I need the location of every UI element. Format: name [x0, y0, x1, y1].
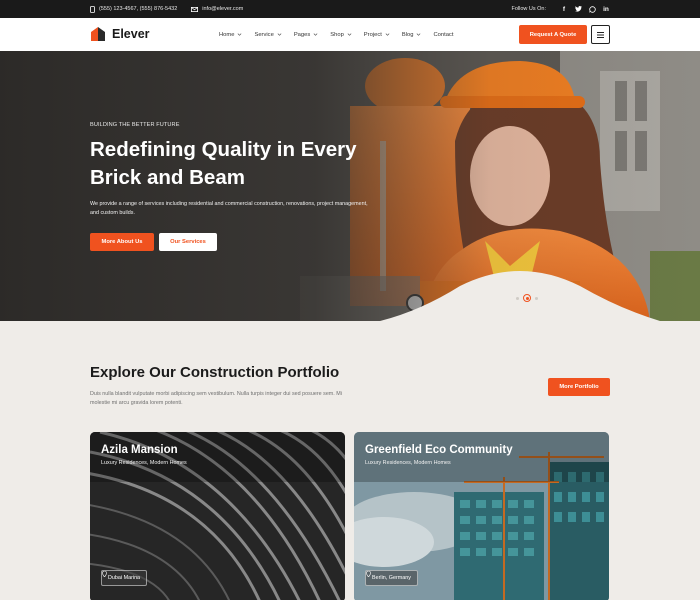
- slide-dot[interactable]: [516, 296, 519, 300]
- whatsapp-icon[interactable]: [588, 5, 596, 13]
- nav-blog[interactable]: Blog: [402, 32, 422, 38]
- nav-shop[interactable]: Shop: [330, 32, 352, 38]
- nav-project-label: Project: [363, 31, 382, 38]
- hero-title: Redefining Quality in Every Brick and Be…: [90, 138, 357, 189]
- card-subtitle: Luxury Residences, Modern Homes: [365, 460, 451, 466]
- nav-blog-label: Blog: [401, 31, 414, 38]
- logo-text: Elever: [112, 27, 150, 41]
- nav-pages[interactable]: Pages: [294, 32, 318, 38]
- menu-icon: [597, 31, 604, 38]
- nav-project[interactable]: Project: [364, 32, 390, 38]
- location-pin-icon: [366, 571, 371, 577]
- email-contact[interactable]: info@elever.com: [191, 6, 243, 12]
- more-about-us-button[interactable]: More About Us: [90, 233, 154, 251]
- location-pin-icon: [102, 571, 107, 577]
- mail-icon: [191, 6, 199, 12]
- chevron-down-icon: [417, 33, 421, 36]
- more-portfolio-button[interactable]: More Portfolio: [548, 378, 610, 396]
- facebook-icon[interactable]: f: [560, 5, 568, 13]
- chevron-down-icon: [238, 33, 242, 36]
- card-title: Azila Mansion: [101, 444, 178, 456]
- twitter-icon[interactable]: [574, 5, 582, 13]
- follow-label: Follow Us On:: [511, 6, 546, 12]
- nav-pages-label: Pages: [293, 31, 311, 38]
- card-subtitle: Luxury Residences, Modern Homes: [101, 460, 187, 466]
- phone-icon: [90, 5, 95, 13]
- nav-home-label: Home: [219, 31, 235, 38]
- chevron-down-icon: [277, 33, 282, 36]
- linkedin-icon[interactable]: in: [602, 5, 610, 13]
- location-label: Dubai Marina: [108, 575, 141, 581]
- portfolio-card[interactable]: Azila Mansion Luxury Residences, Modern …: [90, 432, 345, 600]
- slider-pagination: [516, 294, 538, 302]
- request-quote-button[interactable]: Request A Quote: [519, 25, 587, 44]
- top-bar: (555) 123-4567, (555) 876-5432 info@elev…: [0, 0, 700, 18]
- chevron-down-icon: [347, 33, 352, 36]
- nav-home[interactable]: Home: [219, 32, 242, 38]
- hero-description: We provide a range of services including…: [90, 201, 368, 216]
- location-label: Berlin, Germany: [372, 575, 411, 581]
- slide-dot[interactable]: [535, 296, 538, 300]
- nav-contact[interactable]: Contact: [433, 32, 453, 38]
- logo-house-icon: [91, 27, 105, 41]
- nav-contact-label: Contact: [433, 31, 454, 38]
- phone-contact[interactable]: (555) 123-4567, (555) 876-5432: [90, 5, 178, 13]
- nav-service[interactable]: Service: [254, 31, 282, 38]
- location-badge: Berlin, Germany: [365, 570, 418, 586]
- chevron-down-icon: [385, 33, 390, 36]
- logo[interactable]: Elever: [90, 26, 150, 42]
- our-services-button[interactable]: Our Services: [159, 233, 217, 251]
- main-header: Elever Home Service Pages Shop Project B…: [0, 18, 700, 51]
- portfolio-title: Explore Our Construction Portfolio: [90, 364, 340, 381]
- nav-shop-label: Shop: [330, 31, 344, 38]
- slide-dot-active[interactable]: [523, 294, 531, 302]
- phone-numbers: (555) 123-4567, (555) 876-5432: [99, 6, 178, 12]
- portfolio-description: Duis nulla blandit vulputate morbi adipi…: [90, 391, 342, 406]
- portfolio-card[interactable]: Greenfield Eco Community Luxury Residenc…: [354, 432, 609, 600]
- chevron-down-icon: [313, 33, 318, 36]
- email-address: info@elever.com: [202, 6, 244, 12]
- main-nav: Home Service Pages Shop Project Blog Con…: [219, 18, 453, 51]
- location-badge: Dubai Marina: [101, 570, 148, 586]
- nav-service-label: Service: [254, 31, 274, 38]
- hero-eyebrow: BUILDING THE BETTER FUTURE: [90, 122, 180, 128]
- card-title: Greenfield Eco Community: [365, 444, 513, 456]
- hamburger-menu-button[interactable]: [591, 25, 610, 44]
